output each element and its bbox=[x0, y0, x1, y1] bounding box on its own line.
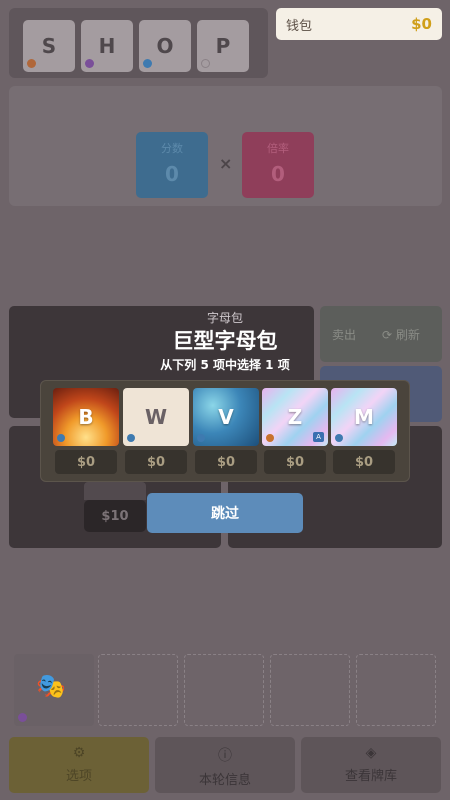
empty-slot bbox=[356, 654, 436, 726]
options-button[interactable]: ⚙ 选项 bbox=[9, 737, 149, 793]
card-price: $0 bbox=[333, 450, 395, 474]
view-deck-label: 查看牌库 bbox=[344, 769, 397, 784]
shop-letter: S bbox=[41, 34, 57, 58]
letter-card-m[interactable]: M bbox=[331, 388, 397, 446]
letter-card-z[interactable]: Z A bbox=[262, 388, 328, 446]
info-icon: ⓘ bbox=[218, 748, 232, 764]
joker-slot: 🎭 bbox=[14, 654, 94, 726]
pack-title: 巨型字母包 bbox=[172, 329, 278, 353]
card-dot bbox=[266, 434, 274, 442]
joker-dot bbox=[18, 713, 27, 722]
card-price: $0 bbox=[195, 450, 257, 474]
round-info-label: 本轮信息 bbox=[198, 773, 251, 788]
card-dot bbox=[335, 434, 343, 442]
pack-subtitle: 字母包 bbox=[206, 311, 243, 325]
card-badge: A bbox=[313, 432, 324, 442]
shop-letter-tile: O bbox=[139, 20, 191, 72]
layers-icon: ◈ bbox=[365, 745, 377, 761]
score-panel: 分数 0 × 倍率 0 bbox=[9, 86, 442, 206]
mult-label: 倍率 bbox=[267, 142, 289, 155]
score-chip: 分数 0 bbox=[136, 132, 208, 198]
card-letter: Z bbox=[287, 405, 303, 429]
score-label: 分数 bbox=[161, 142, 183, 155]
mult-value: 0 bbox=[271, 162, 285, 186]
card-letter: W bbox=[144, 405, 168, 429]
gear-icon: ⚙ bbox=[72, 745, 86, 761]
card-letter: V bbox=[218, 405, 234, 429]
empty-slot bbox=[184, 654, 264, 726]
card-letter: M bbox=[354, 405, 374, 429]
shop-letter-tile: S bbox=[23, 20, 75, 72]
card-dot bbox=[127, 434, 135, 442]
tile-dot bbox=[143, 59, 152, 68]
wallet-value: $0 bbox=[411, 15, 432, 33]
score-value: 0 bbox=[165, 162, 179, 186]
card-price: $0 bbox=[125, 450, 187, 474]
letter-card-w[interactable]: W bbox=[123, 388, 189, 446]
card-dot bbox=[57, 434, 65, 442]
card-price: $0 bbox=[55, 450, 117, 474]
tile-dot bbox=[85, 59, 94, 68]
empty-slot bbox=[270, 654, 350, 726]
bg-price-tag: $10 bbox=[84, 500, 146, 532]
joker-mask-icon: 🎭 bbox=[36, 672, 66, 700]
mult-chip: 倍率 0 bbox=[242, 132, 314, 198]
shop-letter-tile: H bbox=[81, 20, 133, 72]
times-symbol: × bbox=[219, 154, 233, 173]
round-info-button[interactable]: ⓘ 本轮信息 bbox=[155, 737, 295, 793]
card-letter: B bbox=[78, 405, 94, 429]
shop-letter: P bbox=[215, 34, 231, 58]
letter-card-v[interactable]: V bbox=[193, 388, 259, 446]
wallet-label: 钱包 bbox=[286, 18, 313, 34]
wallet-display: 钱包 $0 bbox=[276, 8, 442, 40]
tile-dot bbox=[201, 59, 210, 68]
pack-instruction: 从下列 5 项中选择 1 项 bbox=[160, 358, 290, 372]
pack-stub bbox=[84, 482, 146, 500]
shop-letter-tile: P bbox=[197, 20, 249, 72]
view-deck-button[interactable]: ◈ 查看牌库 bbox=[301, 737, 441, 793]
tile-dot bbox=[27, 59, 36, 68]
empty-slot bbox=[98, 654, 178, 726]
shop-letter: O bbox=[156, 34, 174, 58]
options-label: 选项 bbox=[65, 769, 92, 784]
skip-button[interactable]: 跳过 bbox=[147, 493, 303, 533]
letter-card-b[interactable]: B bbox=[53, 388, 119, 446]
shop-title-bar: S H O P bbox=[9, 8, 268, 78]
card-dot bbox=[197, 434, 205, 442]
shop-letter: H bbox=[98, 34, 116, 58]
card-price: $0 bbox=[264, 450, 326, 474]
